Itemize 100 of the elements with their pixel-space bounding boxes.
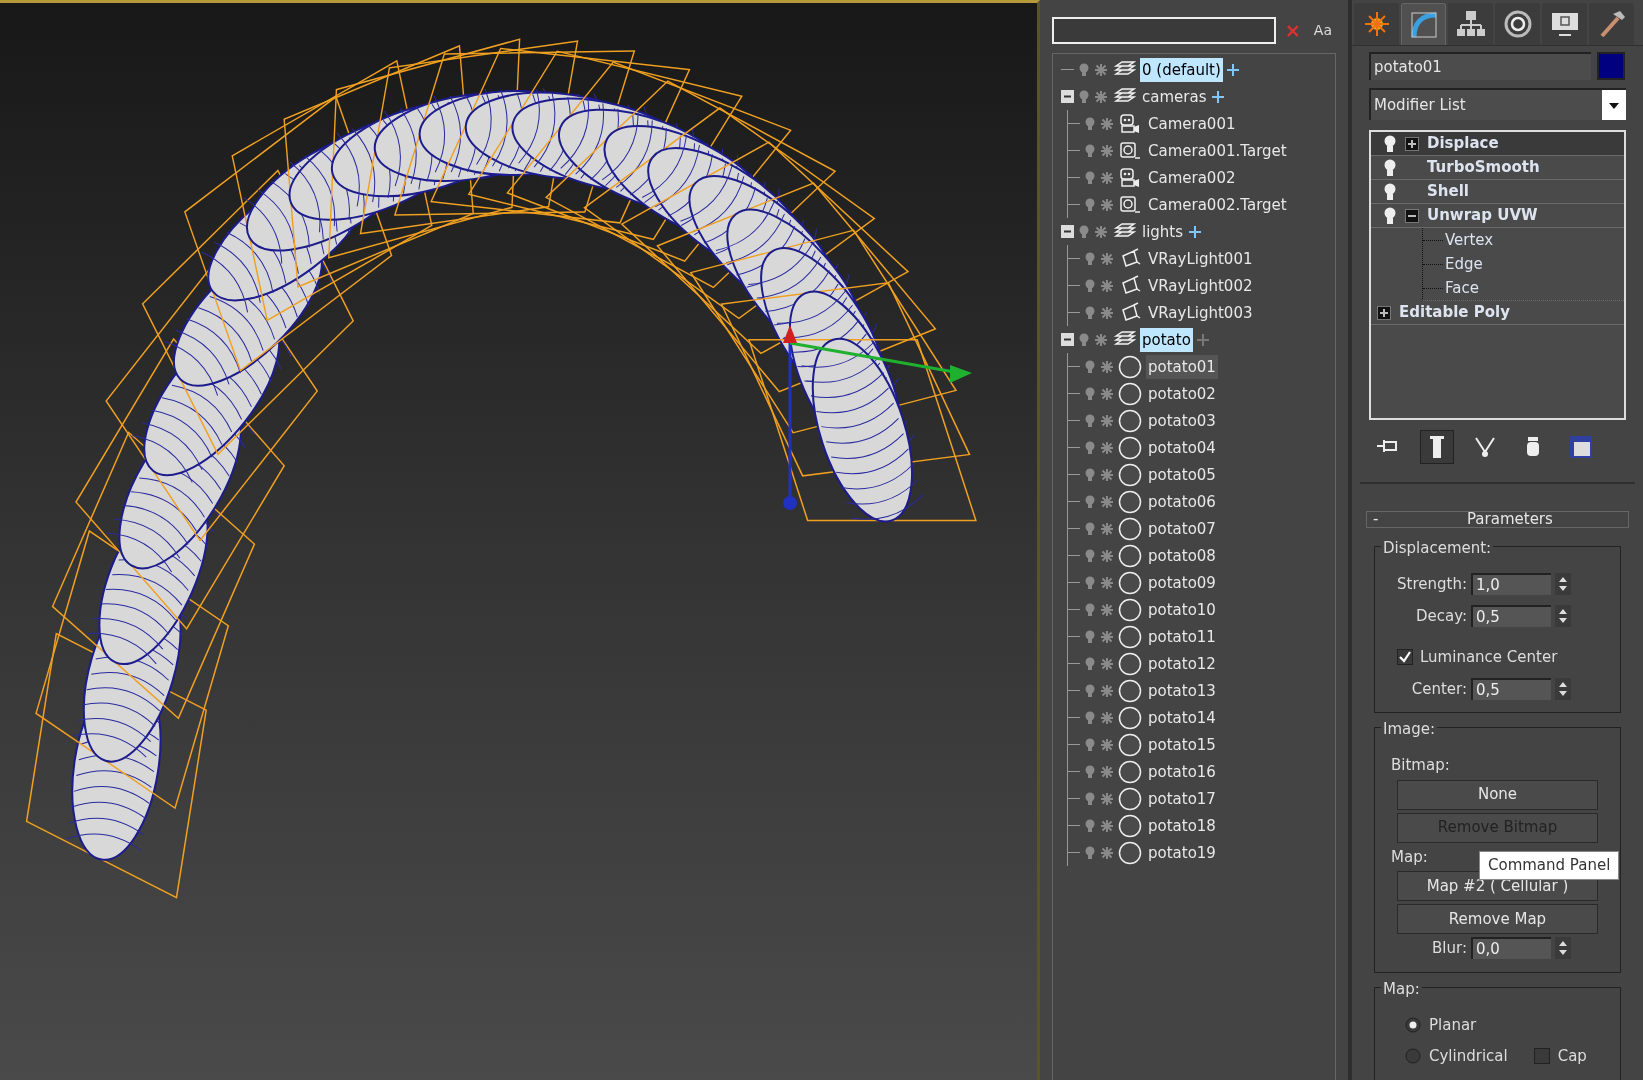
snowflake-icon[interactable] — [1100, 359, 1114, 374]
snowflake-icon[interactable] — [1100, 143, 1114, 158]
layer-name[interactable]: lights — [1140, 219, 1186, 244]
spinner-arrows[interactable] — [1555, 937, 1571, 960]
number-field[interactable]: 1,0 — [1471, 573, 1551, 596]
remove-map-button[interactable]: Remove Map — [1397, 904, 1598, 934]
snowflake-icon[interactable] — [1100, 278, 1114, 293]
light-bulb-icon[interactable] — [1383, 182, 1397, 201]
snowflake-icon[interactable] — [1100, 521, 1114, 536]
object-name[interactable]: potato01 — [1146, 354, 1218, 379]
snowflake-icon[interactable] — [1100, 683, 1114, 698]
panel-tab[interactable] — [1448, 3, 1493, 45]
snowflake-icon[interactable] — [1094, 224, 1108, 239]
object-name[interactable]: potato19 — [1146, 840, 1218, 865]
add-icon[interactable] — [1226, 63, 1239, 76]
object-name[interactable]: Camera002 — [1146, 165, 1238, 190]
snowflake-icon[interactable] — [1100, 440, 1114, 455]
spinner-arrows[interactable] — [1555, 573, 1571, 596]
checkbox[interactable] — [1533, 1048, 1550, 1065]
snowflake-icon[interactable] — [1100, 494, 1114, 509]
object-name[interactable]: potato18 — [1146, 813, 1218, 838]
object-name[interactable]: potato04 — [1146, 435, 1218, 460]
panel-tab[interactable] — [1354, 3, 1399, 45]
checkbox[interactable] — [1397, 649, 1413, 666]
stack-tool-button[interactable] — [1420, 430, 1454, 464]
layer-name[interactable]: cameras — [1140, 84, 1209, 109]
expand-toggle[interactable] — [1405, 208, 1419, 223]
object-name[interactable]: Camera001 — [1146, 111, 1238, 136]
snowflake-icon[interactable] — [1100, 737, 1114, 752]
snowflake-icon[interactable] — [1100, 467, 1114, 482]
object-name[interactable]: potato10 — [1146, 597, 1218, 622]
object-name[interactable]: Camera002.Target — [1146, 192, 1289, 217]
snowflake-icon[interactable] — [1100, 170, 1114, 185]
light-bulb-icon[interactable] — [1383, 134, 1397, 153]
radio-button[interactable] — [1405, 1048, 1421, 1065]
object-name[interactable]: VRayLight003 — [1146, 300, 1255, 325]
object-name[interactable]: potato12 — [1146, 651, 1218, 676]
search-field[interactable] — [1052, 17, 1277, 44]
bitmap-button[interactable]: None — [1397, 779, 1598, 810]
object-name[interactable]: potato08 — [1146, 543, 1218, 568]
add-icon[interactable] — [1196, 333, 1209, 346]
panel-tab[interactable] — [1589, 3, 1634, 45]
stack-item[interactable]: Unwrap UVW — [1371, 204, 1624, 228]
radio-button[interactable] — [1405, 1016, 1421, 1033]
snowflake-icon[interactable] — [1094, 62, 1108, 77]
panel-tab[interactable] — [1542, 3, 1587, 45]
case-sensitive-button[interactable]: Aa — [1309, 20, 1336, 41]
object-name[interactable]: potato09 — [1146, 570, 1218, 595]
spinner-arrows[interactable] — [1555, 604, 1571, 627]
snowflake-icon[interactable] — [1094, 89, 1108, 104]
expand-toggle[interactable] — [1377, 305, 1391, 320]
expand-toggle[interactable] — [1061, 225, 1074, 238]
object-color-swatch[interactable] — [1597, 52, 1625, 80]
object-name[interactable]: potato02 — [1146, 381, 1218, 406]
snowflake-icon[interactable] — [1100, 413, 1114, 428]
number-field[interactable]: 0,5 — [1471, 677, 1551, 700]
snowflake-icon[interactable] — [1100, 602, 1114, 617]
object-name[interactable]: potato13 — [1146, 678, 1218, 703]
object-name[interactable]: potato06 — [1146, 489, 1218, 514]
object-name[interactable]: potato07 — [1146, 516, 1218, 541]
sub-object-level[interactable]: Vertex — [1443, 228, 1494, 252]
add-icon[interactable] — [1189, 225, 1202, 238]
light-bulb-icon[interactable] — [1383, 158, 1397, 177]
viewport[interactable] — [0, 0, 1040, 1080]
number-field[interactable]: 0,5 — [1471, 604, 1551, 627]
object-name[interactable]: potato14 — [1146, 705, 1218, 730]
light-bulb-icon[interactable] — [1383, 206, 1397, 225]
object-name[interactable]: potato16 — [1146, 759, 1218, 784]
snowflake-icon[interactable] — [1100, 548, 1114, 563]
snowflake-icon[interactable] — [1100, 116, 1114, 131]
number-field[interactable]: 0,0 — [1471, 937, 1551, 960]
clear-icon[interactable] — [1286, 23, 1300, 38]
expand-toggle[interactable] — [1405, 136, 1419, 151]
snowflake-icon[interactable] — [1100, 386, 1114, 401]
object-name-field[interactable]: potato01 — [1369, 52, 1591, 80]
object-name[interactable]: VRayLight002 — [1146, 273, 1255, 298]
object-name[interactable]: potato17 — [1146, 786, 1218, 811]
expand-toggle[interactable] — [1061, 333, 1074, 346]
stack-item[interactable]: TurboSmooth — [1371, 156, 1624, 180]
snowflake-icon[interactable] — [1100, 197, 1114, 212]
snowflake-icon[interactable] — [1100, 764, 1114, 779]
expand-toggle[interactable] — [1061, 90, 1074, 103]
sub-object-level[interactable]: Face — [1443, 276, 1479, 300]
transform-gizmo[interactable] — [783, 325, 972, 510]
collapse-button[interactable]: - — [1367, 512, 1385, 527]
snowflake-icon[interactable] — [1100, 818, 1114, 833]
object-name[interactable]: VRayLight001 — [1146, 246, 1255, 271]
snowflake-icon[interactable] — [1100, 710, 1114, 725]
stack-item[interactable]: Shell — [1371, 180, 1624, 204]
add-icon[interactable] — [1212, 90, 1225, 103]
snowflake-icon[interactable] — [1100, 656, 1114, 671]
snowflake-icon[interactable] — [1100, 305, 1114, 320]
snowflake-icon[interactable] — [1100, 791, 1114, 806]
object-name[interactable]: potato03 — [1146, 408, 1218, 433]
layer-name[interactable]: potato — [1140, 327, 1193, 352]
object-name[interactable]: potato11 — [1146, 624, 1218, 649]
sub-object-level[interactable]: Edge — [1443, 252, 1483, 276]
panel-tab[interactable] — [1495, 3, 1540, 45]
stack-item[interactable]: Displace — [1371, 132, 1624, 156]
spinner-arrows[interactable] — [1555, 677, 1571, 700]
